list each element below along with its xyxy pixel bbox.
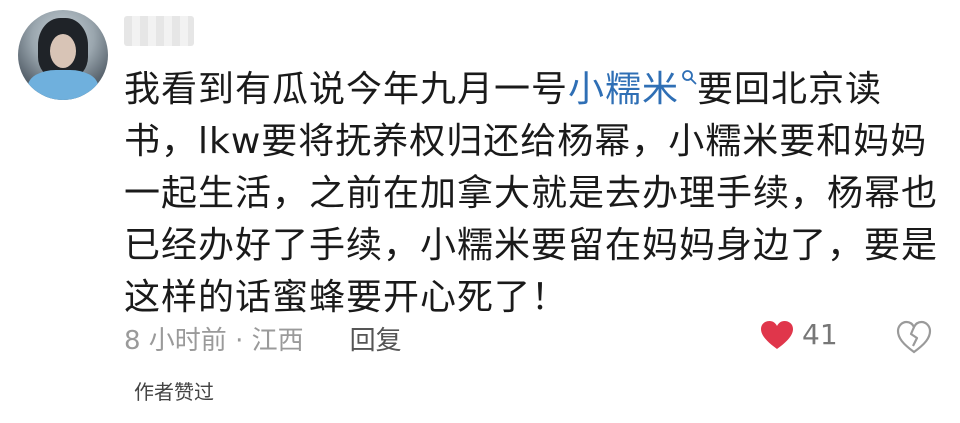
topic-link[interactable]: 小糯米 (568, 69, 679, 110)
comment-line: 已经办好了手续，小糯米要留在妈妈身边了，要是 (124, 225, 939, 266)
comment-text: 我看到有瓜说今年九月一号小糯米 要回北京读 书，lkw要将抚养权归还给杨幂，小糯米… (124, 64, 939, 324)
comment-meta: 8 小时前 · 江西 回复 (124, 318, 402, 358)
avatar[interactable] (18, 10, 108, 100)
comment-line: 我看到有瓜说今年九月一号小糯米 要回北京读 (124, 64, 934, 116)
reply-button[interactable]: 回复 (350, 320, 402, 357)
comment-line: 这样的话蜜蜂要开心死了！ (124, 277, 569, 318)
timestamp-location: 8 小时前 · 江西 (124, 325, 304, 356)
comment-text-segment: 我看到有瓜说今年九月一号 (124, 69, 569, 110)
comment-line: 书，lkw要将抚养权归还给杨幂，小糯米要和妈妈 (124, 121, 928, 162)
comment-line: 一起生活，之前在加拿大就是去办理手续，杨幂也 (124, 173, 939, 214)
like-button[interactable]: 41 (760, 318, 838, 351)
comment-text-segment: 要回北京读 (697, 69, 883, 110)
author-liked-label: 作者赞过 (134, 380, 214, 404)
search-icon (682, 70, 697, 85)
like-count: 41 (802, 318, 838, 351)
broken-heart-icon[interactable] (896, 320, 932, 354)
username-blurred[interactable] (124, 16, 194, 46)
heart-icon (761, 320, 793, 349)
